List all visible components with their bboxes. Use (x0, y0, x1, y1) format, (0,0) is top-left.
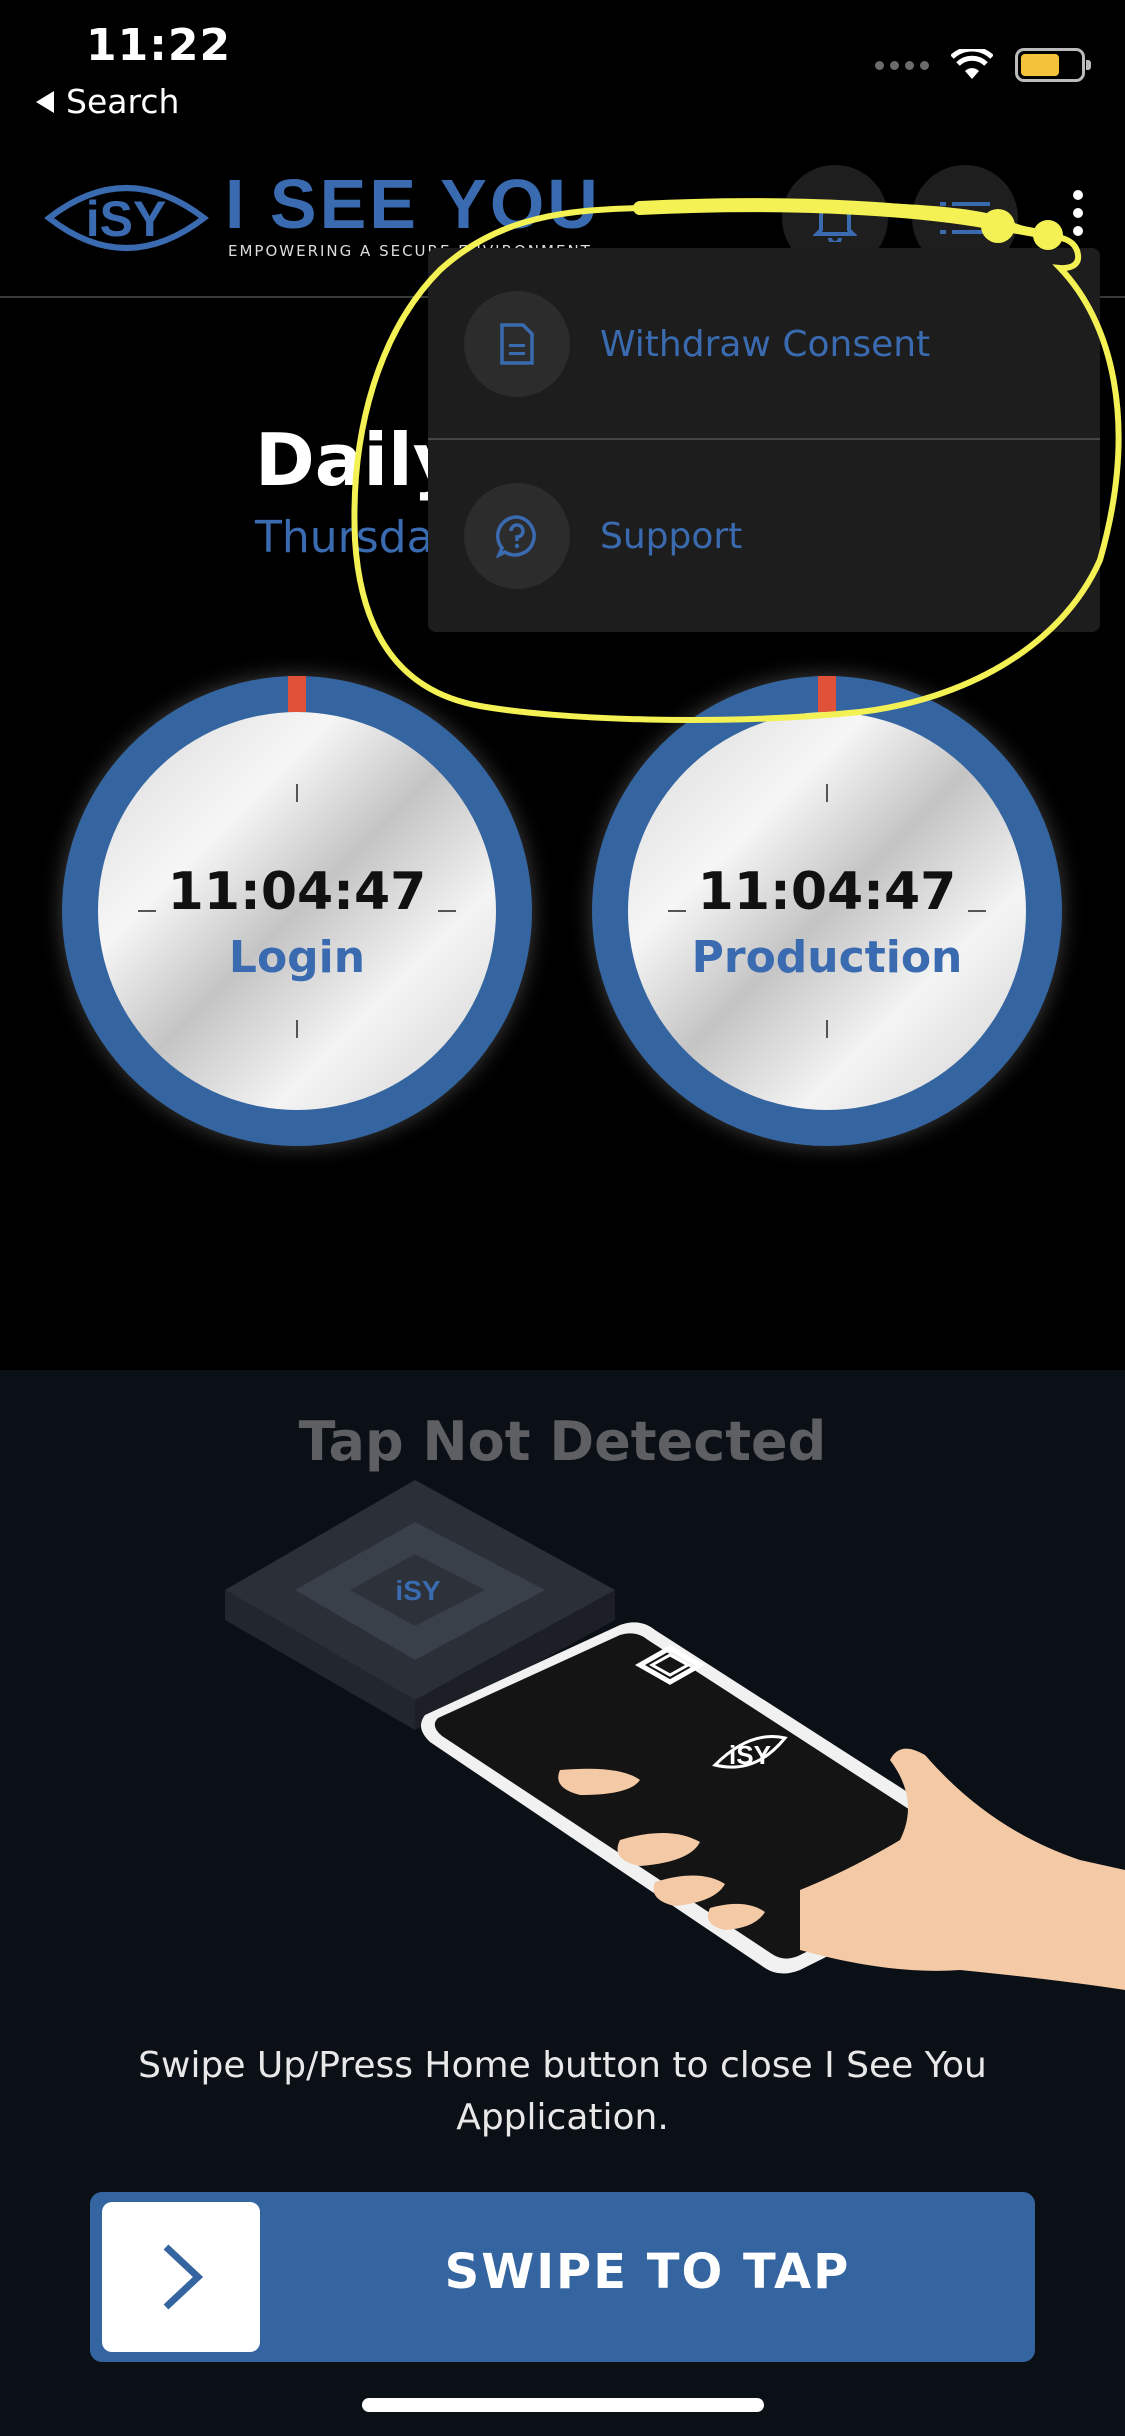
back-to-search-link[interactable]: Search (36, 82, 179, 121)
document-icon (464, 291, 570, 397)
overflow-menu: Withdraw Consent Support (428, 248, 1100, 632)
bell-icon (813, 200, 857, 242)
dial-marker (818, 676, 836, 712)
menu-item-label: Withdraw Consent (600, 323, 931, 365)
chevron-right-icon (163, 2244, 204, 2310)
tap-section: Tap Not Detected iSY iSY Swipe Up/Press … (0, 1370, 1125, 2436)
status-time: 11:22 (86, 20, 232, 71)
dial-face: 11:04:47 Login (98, 712, 496, 1110)
menu-item-support[interactable]: Support (428, 440, 1100, 632)
dial-marker (288, 676, 306, 712)
login-dial: 11:04:47 Login (62, 676, 532, 1146)
status-indicators (875, 48, 1091, 82)
swipe-to-tap-slider[interactable]: SWIPE TO TAP (90, 2192, 1035, 2362)
login-label: Login (228, 932, 366, 983)
production-time: 11:04:47 (697, 862, 957, 922)
wifi-icon (951, 49, 993, 79)
svg-text:iSY: iSY (729, 1740, 771, 1770)
dial-face: 11:04:47 Production (628, 712, 1026, 1110)
production-label: Production (691, 932, 963, 983)
cellular-signal-icon (875, 60, 929, 70)
back-label: Search (66, 82, 180, 121)
brand-name: I SEE YOU (225, 165, 601, 243)
svg-text:iSY: iSY (395, 1575, 440, 1606)
menu-item-label: Support (600, 515, 743, 557)
list-icon (940, 202, 990, 234)
tap-status: Tap Not Detected (298, 1410, 827, 1473)
isy-logo-icon: iSY (44, 185, 209, 251)
production-dial: 11:04:47 Production (592, 676, 1062, 1146)
help-circle-icon (464, 483, 570, 589)
home-indicator[interactable] (362, 2398, 764, 2412)
login-time: 11:04:47 (167, 862, 427, 922)
back-arrow-icon (36, 90, 54, 113)
swipe-label: SWIPE TO TAP (444, 2244, 851, 2300)
more-vertical-icon[interactable] (1073, 190, 1083, 236)
nfc-tap-illustration: iSY iSY (225, 1480, 1125, 1990)
battery-icon (1015, 48, 1091, 82)
svg-text:iSY: iSY (86, 191, 167, 247)
close-instructions: Swipe Up/Press Home button to close I Se… (138, 2045, 987, 2138)
menu-item-withdraw-consent[interactable]: Withdraw Consent (428, 248, 1100, 440)
page-subtitle: Thursda (255, 512, 434, 563)
slider-handle[interactable] (102, 2202, 260, 2352)
